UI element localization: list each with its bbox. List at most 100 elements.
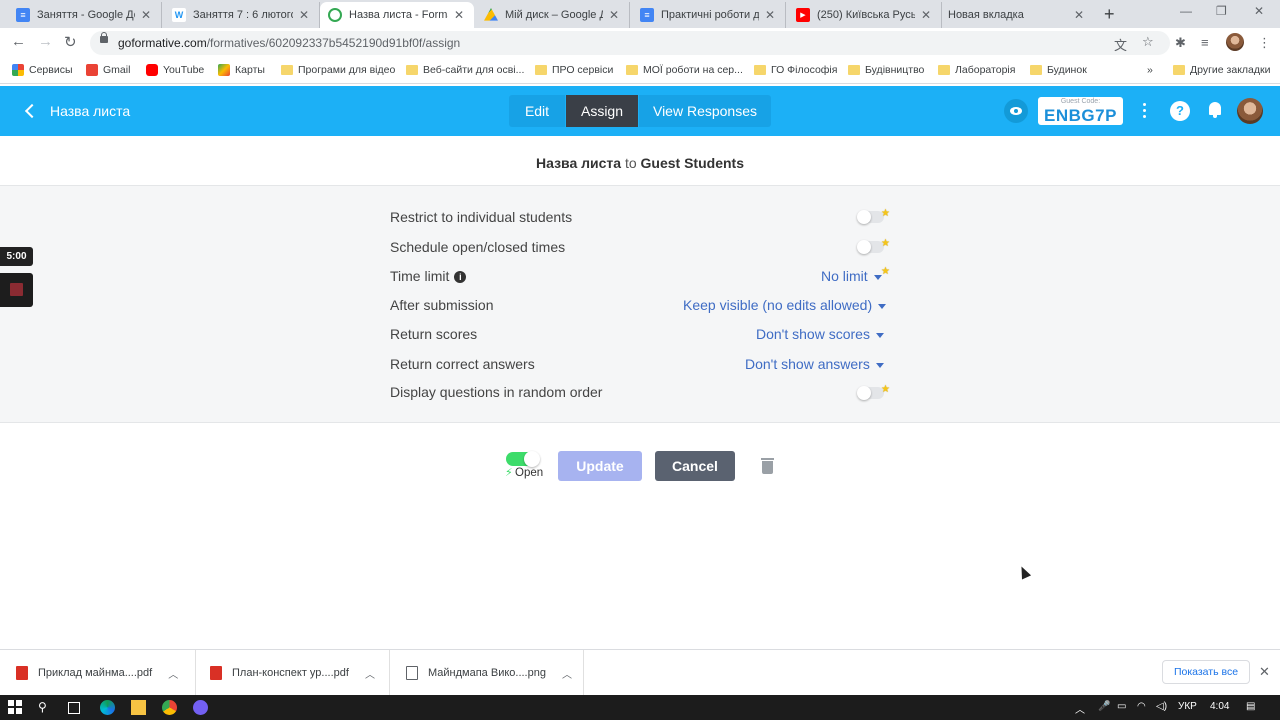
- restore-button[interactable]: ❐: [1216, 4, 1227, 18]
- folder-icon: [535, 65, 547, 75]
- preview-eye-icon[interactable]: [1004, 99, 1028, 123]
- downloads-bar: Приклад майнма....pdf ︿ План-конспект ур…: [0, 649, 1280, 696]
- translate-icon[interactable]: 文: [1114, 35, 1127, 54]
- bookmark-folder[interactable]: ГО Філософія: [754, 64, 837, 76]
- close-tab-icon[interactable]: ✕: [763, 8, 777, 22]
- close-window-button[interactable]: ✕: [1254, 4, 1264, 18]
- reading-list-icon[interactable]: ≡: [1201, 35, 1209, 50]
- bookmark-maps[interactable]: Карты: [218, 64, 265, 76]
- new-tab-button[interactable]: +: [1104, 4, 1115, 25]
- stop-recording-button[interactable]: [0, 273, 33, 307]
- bookmarks-overflow-button[interactable]: »: [1147, 64, 1153, 76]
- reload-icon[interactable]: ↻: [64, 33, 77, 51]
- user-avatar[interactable]: [1237, 98, 1263, 124]
- volume-icon[interactable]: ◁): [1156, 701, 1167, 712]
- bookmark-folder[interactable]: Будинок: [1030, 64, 1087, 76]
- tray-overflow-icon[interactable]: ︿: [1075, 701, 1085, 716]
- viber-icon[interactable]: [193, 700, 208, 715]
- bookmark-folder[interactable]: Програми для відео: [281, 64, 395, 76]
- wifi-icon[interactable]: ◠: [1137, 701, 1146, 712]
- microphone-icon[interactable]: 🎤: [1098, 701, 1110, 712]
- back-chevron-icon[interactable]: [24, 102, 38, 120]
- formative-title[interactable]: Назва листа: [50, 103, 130, 119]
- open-toggle[interactable]: [506, 451, 540, 467]
- edge-browser-icon[interactable]: [100, 700, 115, 715]
- pdf-file-icon: [210, 666, 222, 680]
- tab-assign[interactable]: Assign: [566, 95, 638, 127]
- guest-code-badge[interactable]: Guest Code: ENBG7P: [1038, 97, 1123, 125]
- more-options-icon[interactable]: [1138, 101, 1152, 121]
- trash-icon[interactable]: [761, 458, 774, 474]
- bookmark-folder[interactable]: Будівництво: [848, 64, 924, 76]
- windows-taskbar: ⚲ ︿ 🎤 ▭ ◠ ◁) УКР 4:04 ▤: [0, 695, 1280, 720]
- minimize-button[interactable]: —: [1180, 4, 1192, 18]
- download-item[interactable]: План-конспект ур....pdf ︿: [210, 650, 390, 696]
- bookmark-youtube[interactable]: YouTube: [146, 64, 204, 76]
- forward-arrow-icon[interactable]: →: [38, 33, 53, 50]
- browser-tab-active[interactable]: Назва листа - Formati ✕: [320, 2, 474, 28]
- browser-tab[interactable]: ≡ Заняття - Google Доку ✕: [8, 2, 162, 28]
- task-view-icon[interactable]: [68, 702, 80, 714]
- assign-heading: Назва листа to Guest Students: [536, 155, 744, 171]
- folder-icon: [281, 65, 293, 75]
- help-icon[interactable]: ?: [1170, 101, 1190, 121]
- star-icon[interactable]: ☆: [1142, 34, 1154, 50]
- other-bookmarks[interactable]: Другие закладки: [1173, 64, 1270, 76]
- profile-avatar[interactable]: [1226, 33, 1244, 51]
- close-tab-icon[interactable]: ✕: [139, 8, 153, 22]
- close-downloads-icon[interactable]: ✕: [1259, 664, 1270, 680]
- bookmark-gmail[interactable]: Gmail: [86, 64, 130, 76]
- file-explorer-icon[interactable]: [131, 700, 146, 715]
- close-tab-icon[interactable]: ✕: [1072, 8, 1086, 22]
- lock-icon: [100, 32, 108, 45]
- open-label: Open: [515, 467, 544, 479]
- windows-start-icon[interactable]: [8, 700, 23, 715]
- language-indicator[interactable]: УКР: [1178, 701, 1197, 712]
- extensions-icon[interactable]: ✱: [1175, 35, 1186, 51]
- return-scores-dropdown[interactable]: Don't show scores: [756, 326, 884, 342]
- info-icon[interactable]: i: [454, 271, 467, 283]
- bookmark-services[interactable]: Сервисы: [12, 64, 73, 76]
- tab-view-responses[interactable]: View Responses: [639, 95, 771, 127]
- browser-tab[interactable]: Мій диск – Google Ди ✕: [476, 2, 630, 28]
- address-bar[interactable]: goformative.com/formatives/602092337b545…: [90, 31, 1170, 55]
- time-limit-dropdown[interactable]: No limit: [821, 268, 882, 284]
- clock[interactable]: 4:04: [1210, 701, 1229, 712]
- close-tab-icon[interactable]: ✕: [297, 8, 311, 22]
- cancel-button[interactable]: Cancel: [655, 451, 735, 481]
- bookmark-folder[interactable]: Веб-сайти для осві...: [406, 64, 524, 76]
- browser-tab[interactable]: ≡ Практичні роботи до ✕: [632, 2, 786, 28]
- browser-tab[interactable]: W Заняття 7 : 6 лютого - ✕: [164, 2, 320, 28]
- after-submission-dropdown[interactable]: Keep visible (no edits allowed): [683, 297, 887, 313]
- app-header: Назва листа Edit Assign View Responses G…: [0, 86, 1280, 136]
- download-item[interactable]: Приклад майнма....pdf ︿: [16, 650, 196, 696]
- google-drive-icon: [484, 8, 498, 21]
- close-tab-icon[interactable]: ✕: [452, 8, 466, 22]
- browser-tab[interactable]: Новая вкладка ✕: [940, 2, 1094, 28]
- mouse-cursor: [1016, 564, 1032, 580]
- bookmark-folder[interactable]: ПРО сервіси: [535, 64, 613, 76]
- tab-edit[interactable]: Edit: [509, 95, 565, 127]
- close-tab-icon[interactable]: ✕: [919, 8, 933, 22]
- bookmark-folder[interactable]: МОЇ роботи на сер...: [626, 64, 743, 76]
- chrome-icon[interactable]: [162, 700, 177, 715]
- bookmark-folder[interactable]: Лабораторія: [938, 64, 1015, 76]
- back-arrow-icon[interactable]: ←: [11, 33, 26, 50]
- notifications-bell-icon[interactable]: [1207, 101, 1223, 119]
- update-button[interactable]: Update: [558, 451, 642, 481]
- notifications-icon[interactable]: ▤: [1246, 701, 1255, 712]
- youtube-icon: ▶: [796, 8, 810, 22]
- menu-kebab-icon[interactable]: ⋮: [1258, 35, 1271, 51]
- show-all-downloads-button[interactable]: Показать все: [1162, 660, 1250, 684]
- battery-icon[interactable]: ▭: [1117, 701, 1126, 712]
- chevron-up-icon[interactable]: ︿: [168, 666, 178, 681]
- close-tab-icon[interactable]: ✕: [607, 8, 621, 22]
- chevron-up-icon[interactable]: ︿: [562, 666, 572, 681]
- return-answers-dropdown[interactable]: Don't show answers: [745, 356, 884, 372]
- download-item[interactable]: Майндмапа Вико....png ︿: [406, 650, 584, 696]
- premium-star-icon: ★: [881, 208, 890, 219]
- browser-tab[interactable]: ▶ (250) Київська Русь: Во ✕: [788, 2, 942, 28]
- chevron-up-icon[interactable]: ︿: [365, 666, 375, 681]
- search-icon[interactable]: ⚲: [38, 700, 53, 715]
- folder-icon: [406, 65, 418, 75]
